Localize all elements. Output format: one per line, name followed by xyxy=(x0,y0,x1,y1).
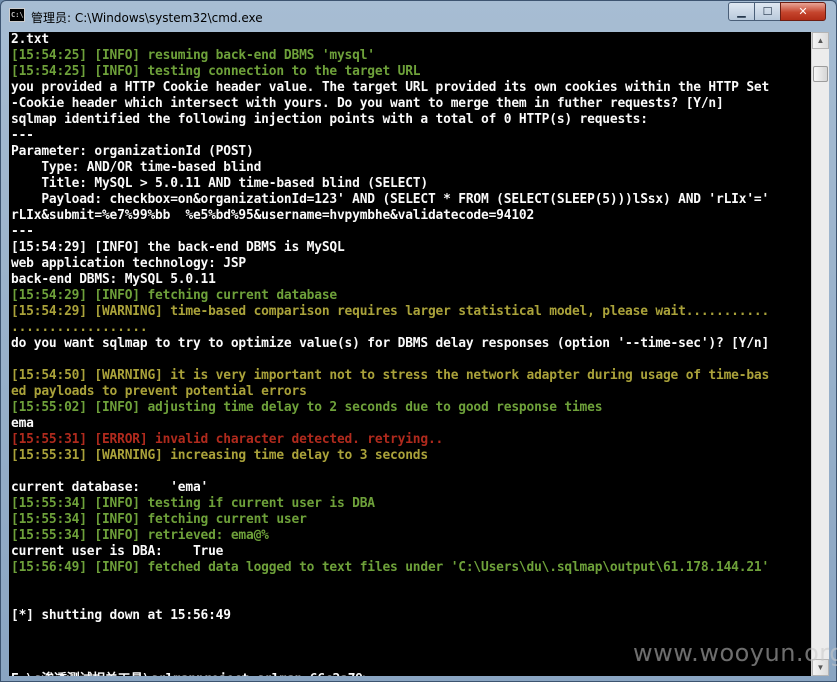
console-line: [15:55:31] [ERROR] invalid character det… xyxy=(11,432,444,447)
close-icon: ✕ xyxy=(798,5,808,18)
console-line: current database: 'ema' xyxy=(11,480,209,495)
console-line: current user is DBA: True xyxy=(11,544,224,559)
console-line: [*] shutting down at 15:56:49 xyxy=(11,608,231,623)
console-line: web application technology: JSP xyxy=(11,256,247,271)
console-line: [15:54:29] [WARNING] time-based comparis… xyxy=(11,304,770,319)
console-line: [15:54:25] [INFO] testing connection to … xyxy=(11,64,421,79)
console-line: Title: MySQL > 5.0.11 AND time-based bli… xyxy=(11,176,428,191)
console-line: [15:54:29] [INFO] fetching current datab… xyxy=(11,288,337,303)
minimize-button[interactable]: ▁ xyxy=(728,2,755,21)
console-line: ema xyxy=(11,416,34,431)
close-button[interactable]: ✕ xyxy=(780,2,826,21)
cmd-icon[interactable]: C:\ xyxy=(9,8,25,22)
console-line: [15:55:31] [WARNING] increasing time del… xyxy=(11,448,428,463)
console-line: back-end DBMS: MySQL 5.0.11 xyxy=(11,272,216,287)
command-prompt: E:\s渗透测试相关工具\sqlmapproject-sqlmap-66c2a7… xyxy=(11,672,379,676)
arrow-up-icon: ▲ xyxy=(816,36,825,45)
console-line: --- xyxy=(11,128,34,143)
maximize-icon: ☐ xyxy=(762,5,773,18)
console-line: -Cookie header which intersect with your… xyxy=(11,96,724,111)
console-line: Payload: checkbox=on&organizationId=123'… xyxy=(11,192,770,207)
console-line: [15:55:34] [INFO] retrieved: ema@% xyxy=(11,528,269,543)
console-line: [15:56:49] [INFO] fetched data logged to… xyxy=(11,560,770,575)
console-line: [15:55:34] [INFO] fetching current user xyxy=(11,512,307,527)
console-line: [15:55:34] [INFO] testing if current use… xyxy=(11,496,375,511)
console-line: Parameter: organizationId (POST) xyxy=(11,144,254,159)
console-line: [15:55:02] [INFO] adjusting time delay t… xyxy=(11,400,603,415)
console-line: [15:54:25] [INFO] resuming back-end DBMS… xyxy=(11,48,375,63)
console-line: you provided a HTTP Cookie header value.… xyxy=(11,80,770,95)
scrollbar-thumb[interactable] xyxy=(813,66,828,82)
console-line: .................. xyxy=(11,320,148,335)
cmd-window: C:\ 管理员: C:\Windows\system32\cmd.exe ▁ ☐… xyxy=(0,0,837,682)
watermark: www.wooyun.org xyxy=(633,639,837,667)
window-title: 管理员: C:\Windows\system32\cmd.exe xyxy=(31,11,263,25)
console-line: [15:54:29] [INFO] the back-end DBMS is M… xyxy=(11,240,345,255)
title-bar[interactable]: C:\ 管理员: C:\Windows\system32\cmd.exe ▁ ☐… xyxy=(1,1,836,31)
minimize-icon: ▁ xyxy=(737,5,746,18)
vertical-scrollbar[interactable]: ▲ ▼ xyxy=(811,32,829,676)
console-line: do you want sqlmap to try to optimize va… xyxy=(11,336,770,351)
console-line: --- xyxy=(11,224,34,239)
console-output[interactable]: 2.txt [15:54:25] [INFO] resuming back-end… xyxy=(9,32,811,676)
console-line: 2.txt xyxy=(11,32,49,47)
maximize-button[interactable]: ☐ xyxy=(754,2,781,21)
console-line: sqlmap identified the following injectio… xyxy=(11,112,648,127)
console-line: [15:54:50] [WARNING] it is very importan… xyxy=(11,368,770,383)
scroll-up-button[interactable]: ▲ xyxy=(812,32,829,49)
console-line: Type: AND/OR time-based blind xyxy=(11,160,262,175)
console-line: ed payloads to prevent potential errors xyxy=(11,384,307,399)
console-line: rLIx&submit=%e7%99%bb %e5%bd%95&username… xyxy=(11,208,535,223)
